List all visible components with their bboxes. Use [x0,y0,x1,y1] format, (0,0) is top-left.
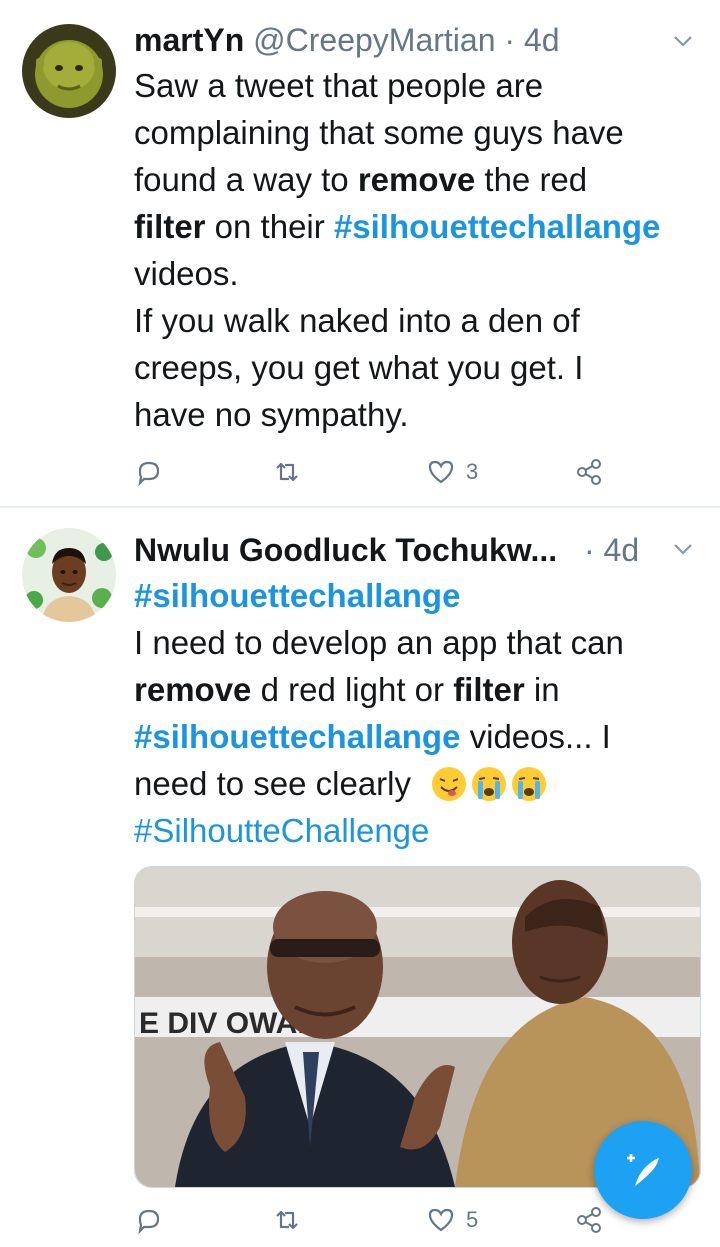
hashtag-link[interactable]: #SilhoutteChallenge [134,807,694,854]
text-segment: on their [205,208,334,245]
tweet-actions: 5 [134,1200,614,1240]
like-button[interactable]: 5 [426,1200,478,1240]
text-line: creeps, you get what you get. I [134,349,584,386]
hashtag-link[interactable]: #silhouettechallange [134,572,694,619]
highlight-term: remove [357,161,476,198]
tweet[interactable]: martYn @CreepyMartian · 4d Saw a tweet t… [0,0,720,508]
highlight-term: filter [453,671,525,708]
highlight-term: filter [134,208,206,245]
tweet-actions: 3 [134,452,614,492]
text-line: I need to develop an app that can [134,624,624,661]
chevron-down-icon[interactable] [672,538,694,560]
reply-button[interactable] [134,452,164,492]
avatar[interactable] [22,24,116,118]
separator: · [504,22,516,58]
compose-tweet-button[interactable] [594,1121,692,1219]
text-segment: need to see clearly [134,765,412,802]
separator: · [584,532,595,568]
heart-icon [428,460,454,484]
timestamp[interactable]: 4d [524,22,560,58]
share-icon [577,459,601,485]
retweet-button[interactable] [272,1200,302,1240]
tweet-header: Nwulu Goodluck Tochukw... · 4d [134,528,700,572]
text-line: have no sympathy. [134,396,409,433]
text-line: found a way to remove the red [134,156,694,203]
text-line: videos. [134,255,239,292]
text-line: remove d red light or filter in [134,666,694,713]
tweet-header: martYn @CreepyMartian · 4d [134,18,700,62]
chevron-down-icon[interactable] [672,30,694,52]
text-line: complaining that some guys have [134,114,624,151]
avatar[interactable] [22,528,116,622]
display-name[interactable]: martYn [134,22,244,58]
text-segment: in [524,671,560,708]
text-line: #silhouettechallange videos... I [134,713,694,760]
compose-tweet-icon [627,1154,659,1186]
timestamp[interactable]: 4d [604,532,640,568]
text-line: filter on their #silhouettechallange [134,203,694,250]
tongue-face-emoji-icon [432,767,467,801]
share-icon [577,1207,601,1233]
like-count: 3 [466,459,479,484]
crying-face-emoji-icon [472,767,507,801]
text-segment: d red light or [251,671,454,708]
like-count: 5 [466,1207,479,1232]
reply-button[interactable] [134,1200,164,1240]
text-segment: the red [475,161,588,198]
retweet-icon [276,462,298,482]
reply-icon [138,461,160,487]
retweet-icon [276,1210,298,1230]
text-line: Saw a tweet that people are [134,67,544,104]
share-button[interactable] [574,452,604,492]
like-button[interactable]: 3 [426,452,478,492]
reply-icon [138,1209,160,1235]
highlight-term: remove [134,671,252,708]
crying-face-emoji-icon [512,767,547,801]
tweet-text: #silhouettechallange I need to develop a… [134,572,694,854]
heart-icon [428,1208,454,1232]
user-handle[interactable]: @CreepyMartian [253,22,495,58]
text-line: need to see clearly [134,760,694,807]
text-line: If you walk naked into a den of [134,302,580,339]
tweet-text: Saw a tweet that people are complaining … [134,62,694,438]
display-name[interactable]: Nwulu Goodluck Tochukw... [134,532,557,568]
hashtag-link[interactable]: #silhouettechallange [134,718,460,755]
hashtag-link[interactable]: #silhouettechallange [334,208,660,245]
text-segment: found a way to [134,161,358,198]
text-segment: videos... I [460,718,611,755]
retweet-button[interactable] [272,452,302,492]
share-button[interactable] [574,1200,604,1240]
